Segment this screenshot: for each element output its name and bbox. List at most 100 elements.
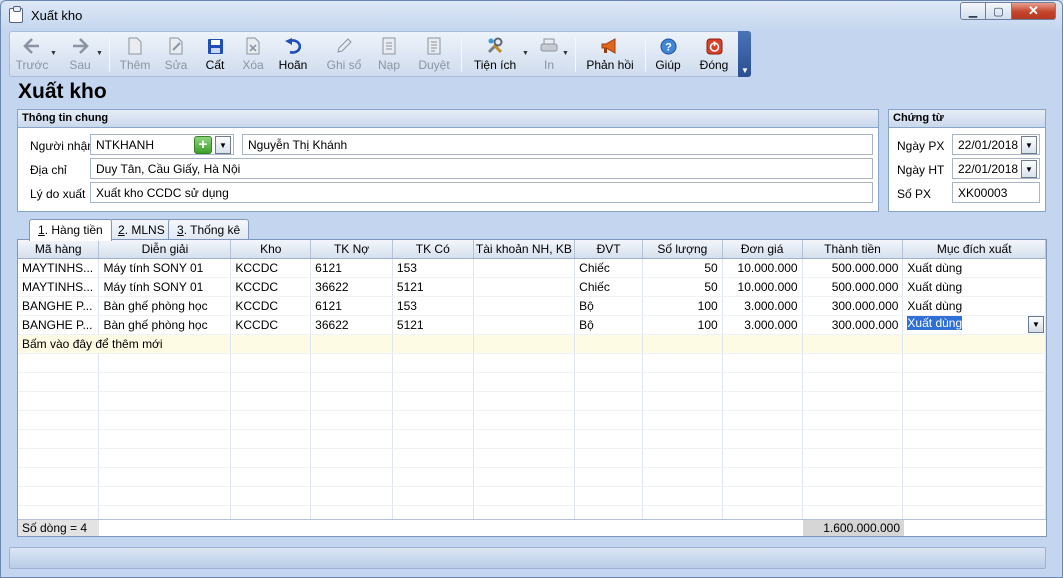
cell[interactable]: Máy tính SONY 01 — [98, 258, 232, 278]
cell[interactable]: Xuất dùng — [902, 296, 1046, 316]
toolbar-customize-button[interactable]: ▼ — [738, 31, 751, 77]
cell[interactable]: 6121 — [310, 258, 393, 278]
cell[interactable]: Xuất dùng — [902, 277, 1046, 297]
dropdown-arrow-icon[interactable]: ▼ — [50, 50, 57, 57]
cell[interactable]: 300.000.000 — [802, 296, 904, 316]
cell[interactable]: 3.000.000 — [722, 296, 803, 316]
cell[interactable]: Máy tính SONY 01 — [98, 277, 232, 297]
cell[interactable]: 153 — [392, 296, 474, 316]
cell[interactable]: 100 — [642, 296, 723, 316]
cell[interactable] — [902, 334, 1046, 354]
add-button[interactable]: Thêm — [116, 34, 154, 76]
cell[interactable]: Xuất dùng — [902, 258, 1046, 278]
cell[interactable]: Bộ — [574, 296, 643, 316]
help-button[interactable]: ? Giúp — [652, 34, 684, 76]
cell[interactable]: 3.000.000 — [722, 315, 803, 335]
print-button[interactable]: In — [536, 34, 562, 76]
table-row[interactable]: BANGHE P... Bàn ghế phòng học KCCDC 6121… — [18, 296, 1046, 316]
cell[interactable]: 36622 — [310, 315, 393, 335]
col-header[interactable]: ĐVT — [574, 240, 643, 259]
cell[interactable]: 6121 — [310, 296, 393, 316]
cell[interactable]: 36622 — [310, 277, 393, 297]
close-button[interactable]: Đóng — [696, 34, 732, 76]
edit-button[interactable]: Sửa — [160, 34, 192, 76]
cell[interactable]: 500.000.000 — [802, 258, 904, 278]
recipient-code-field[interactable]: NTKHANH — [90, 134, 234, 155]
cell[interactable]: KCCDC — [230, 277, 312, 297]
cell[interactable] — [802, 334, 904, 354]
feedback-button[interactable]: Phản hồi — [582, 34, 638, 76]
dropdown-arrow-icon[interactable]: ▼ — [96, 50, 103, 57]
voucher-no-field[interactable]: XK00003 — [952, 182, 1040, 203]
cell[interactable] — [473, 315, 576, 335]
cell[interactable]: Bàn ghế phòng học — [98, 296, 232, 316]
table-row[interactable]: BANGHE P... Bàn ghế phòng học KCCDC 3662… — [18, 315, 1046, 335]
post-button[interactable]: Ghi sổ — [324, 34, 364, 76]
approve-button[interactable]: Duyệt — [414, 34, 454, 76]
col-header[interactable]: Tài khoản NH, KB — [473, 240, 576, 259]
purpose-selected-value[interactable]: Xuất dùng — [907, 316, 963, 330]
cell[interactable]: KCCDC — [230, 258, 312, 278]
maximize-button[interactable]: ▢ — [986, 2, 1012, 20]
cell[interactable] — [642, 334, 723, 354]
tab-thong-ke[interactable]: 3. Thống kê — [168, 219, 250, 240]
utilities-button[interactable]: Tiện ích — [470, 34, 520, 76]
cell[interactable]: KCCDC — [230, 315, 312, 335]
cell[interactable]: Chiếc — [574, 277, 643, 297]
cell[interactable]: 5121 — [392, 277, 474, 297]
cell[interactable]: MAYTINHS... — [18, 258, 100, 278]
date-px-picker-button[interactable]: ▼ — [1021, 136, 1037, 154]
date-ht-picker-button[interactable]: ▼ — [1021, 160, 1037, 178]
dropdown-arrow-icon[interactable]: ▼ — [522, 50, 529, 57]
table-row[interactable]: MAYTINHS... Máy tính SONY 01 KCCDC 36622… — [18, 277, 1046, 297]
add-new-row-text[interactable]: Bấm vào đây để thêm mới — [18, 334, 232, 354]
close-window-button[interactable]: ✕ — [1012, 2, 1056, 20]
address-field[interactable]: Duy Tân, Cầu Giấy, Hà Nội — [90, 158, 873, 179]
col-header[interactable]: TK Nợ — [310, 240, 393, 259]
add-new-row[interactable]: Bấm vào đây để thêm mới — [18, 334, 1046, 354]
col-header[interactable]: Số lượng — [642, 240, 723, 259]
cell[interactable] — [574, 334, 643, 354]
cell[interactable]: 300.000.000 — [802, 315, 904, 335]
cell[interactable]: Bộ — [574, 315, 643, 335]
cell[interactable]: KCCDC — [230, 296, 312, 316]
delete-button[interactable]: Xóa — [238, 34, 268, 76]
minimize-button[interactable]: ▁ — [960, 2, 986, 20]
cell[interactable]: Bàn ghế phòng học — [98, 315, 232, 335]
cell[interactable]: BANGHE P... — [18, 315, 100, 335]
col-header[interactable]: Kho — [230, 240, 312, 259]
chevron-down-icon[interactable]: ▼ — [1028, 316, 1044, 333]
recipient-dropdown-button[interactable]: ▼ — [215, 136, 231, 154]
cell[interactable]: 5121 — [392, 315, 474, 335]
add-recipient-button[interactable]: + — [194, 136, 212, 154]
col-header[interactable]: Đơn giá — [722, 240, 803, 259]
cell[interactable]: 500.000.000 — [802, 277, 904, 297]
col-header[interactable]: Diễn giải — [98, 240, 232, 259]
next-button[interactable]: Sau — [64, 34, 96, 76]
cell[interactable]: Chiếc — [574, 258, 643, 278]
cell[interactable] — [473, 334, 576, 354]
purpose-combo-cell[interactable]: Xuất dùng ▼ — [902, 315, 1046, 335]
cell[interactable]: BANGHE P... — [18, 296, 100, 316]
cell[interactable]: 50 — [642, 258, 723, 278]
col-header[interactable]: Thành tiền — [802, 240, 904, 259]
cell[interactable]: 50 — [642, 277, 723, 297]
cell[interactable] — [722, 334, 803, 354]
reason-field[interactable]: Xuất kho CCDC sử dụng — [90, 182, 873, 203]
load-button[interactable]: Nạp — [374, 34, 404, 76]
cell[interactable]: MAYTINHS... — [18, 277, 100, 297]
cell[interactable] — [392, 334, 474, 354]
cell[interactable]: 10.000.000 — [722, 258, 803, 278]
undo-button[interactable]: Hoãn — [276, 34, 310, 76]
save-button[interactable]: Cất — [200, 34, 230, 76]
table-row[interactable]: MAYTINHS... Máy tính SONY 01 KCCDC 6121 … — [18, 258, 1046, 278]
cell[interactable]: 100 — [642, 315, 723, 335]
col-header[interactable]: Mục đích xuất — [902, 240, 1046, 259]
cell[interactable] — [473, 277, 576, 297]
tab-mlns[interactable]: 2. MLNS — [109, 219, 174, 240]
cell[interactable] — [310, 334, 393, 354]
col-header[interactable]: Mã hàng — [18, 240, 100, 259]
cell[interactable] — [230, 334, 312, 354]
col-header[interactable]: TK Có — [392, 240, 474, 259]
tab-hang-tien[interactable]: 1. Hàng tiền — [29, 219, 112, 241]
